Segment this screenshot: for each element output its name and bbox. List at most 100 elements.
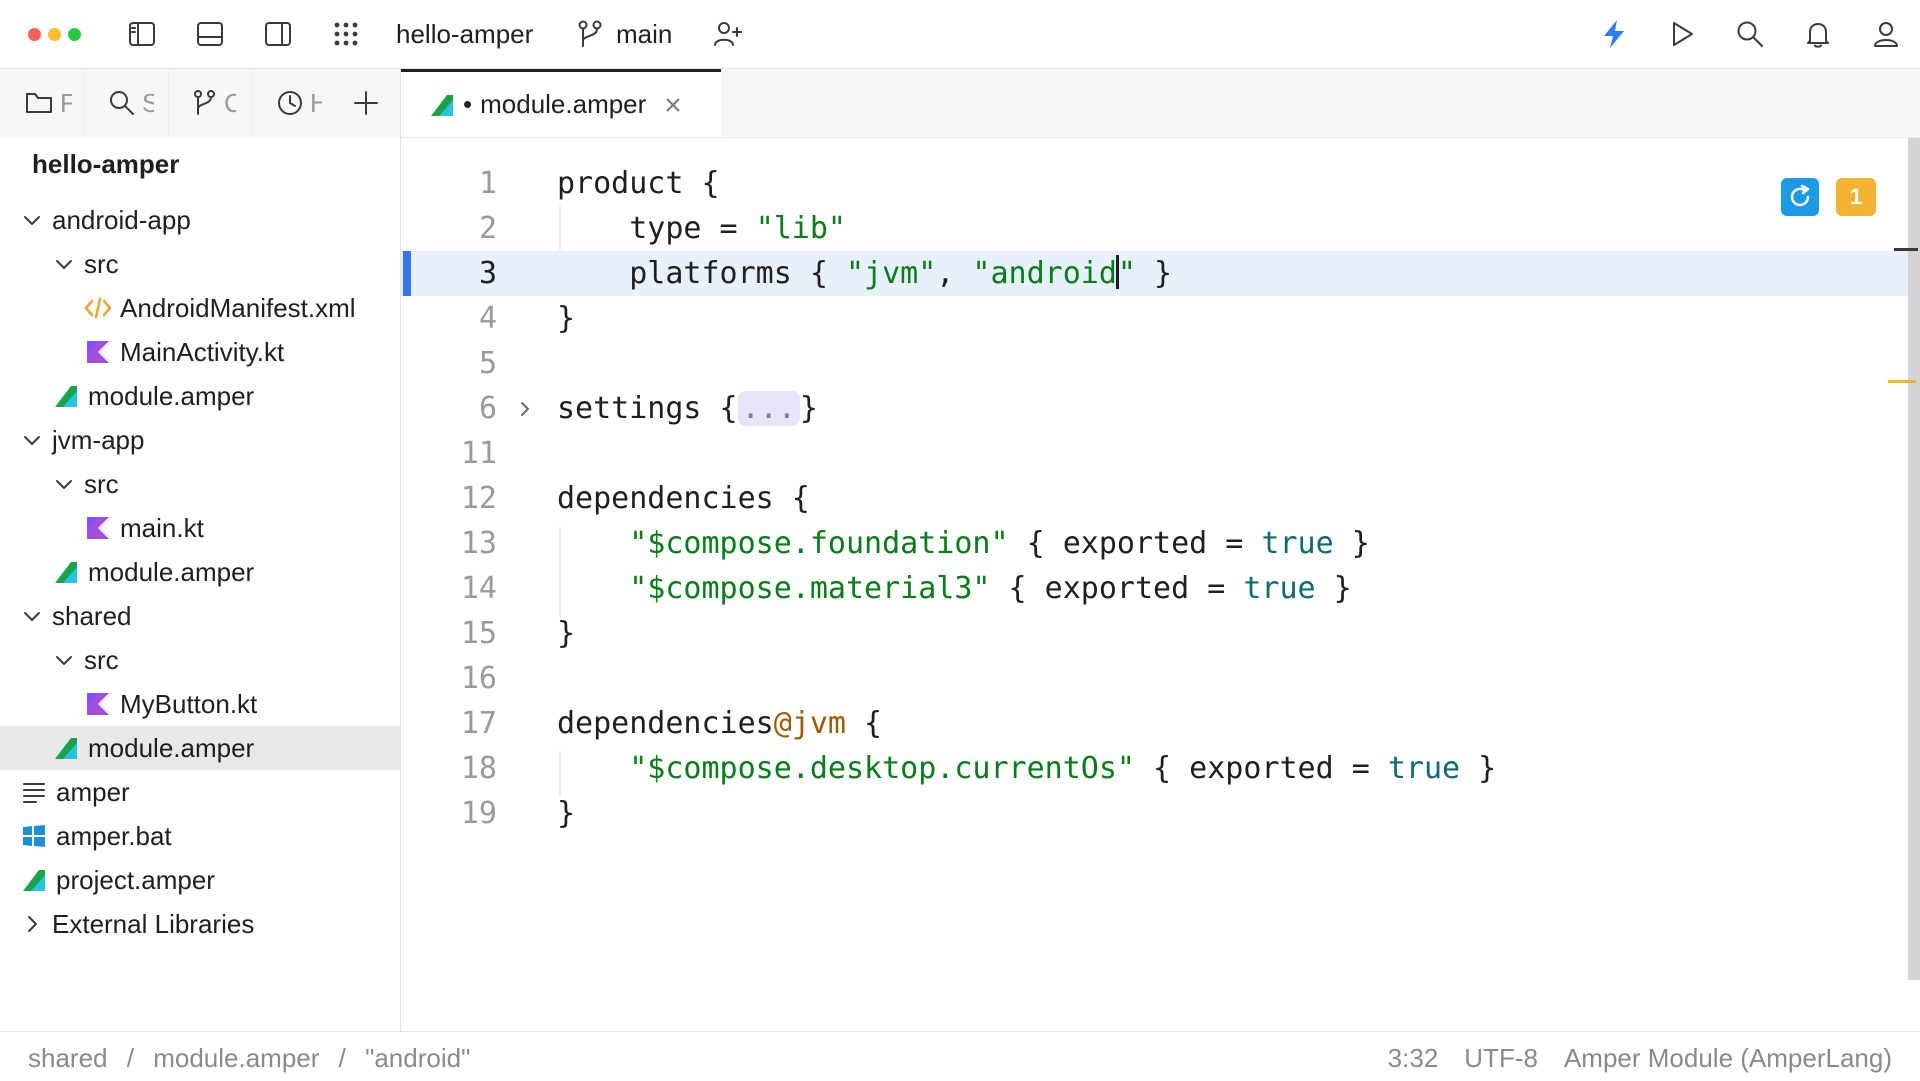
- left-sidebar-toggle-icon[interactable]: [122, 14, 162, 54]
- amper-file-icon: [52, 382, 80, 410]
- lightning-icon[interactable]: [1594, 14, 1634, 54]
- tree-item-label: src: [84, 248, 119, 279]
- tree-item[interactable]: module.amper: [0, 550, 400, 594]
- user-account-icon[interactable]: [1866, 14, 1906, 54]
- code-line[interactable]: 17 dependencies@jvm {: [401, 701, 1920, 746]
- folder-icon: [24, 89, 54, 117]
- project-switcher[interactable]: hello-amper: [396, 16, 533, 52]
- fold-expand-icon[interactable]: [513, 386, 537, 431]
- code-token: { exported =: [990, 571, 1244, 606]
- folded-region[interactable]: ...: [737, 391, 800, 426]
- code-token: }: [1460, 751, 1497, 786]
- chevron-down-icon[interactable]: [52, 252, 76, 276]
- code-token: "android: [972, 256, 1117, 291]
- file-type[interactable]: Amper Module (AmperLang): [1564, 1042, 1892, 1074]
- search-icon[interactable]: [1730, 14, 1770, 54]
- tree-item[interactable]: project.amper: [0, 858, 400, 902]
- tree-item[interactable]: src: [0, 462, 400, 506]
- code-line[interactable]: 6 settings {...}: [401, 386, 1920, 431]
- editor-tab-module-amper[interactable]: • module.amper: [401, 69, 721, 137]
- code-line[interactable]: 16: [401, 656, 1920, 701]
- tree-item[interactable]: android-app: [0, 198, 400, 242]
- tree-item[interactable]: External Libraries: [0, 902, 400, 946]
- git-branch-icon: [192, 89, 218, 117]
- right-sidebar-toggle-icon[interactable]: [258, 14, 298, 54]
- notifications-bell-icon[interactable]: [1798, 14, 1838, 54]
- code-text: settings {...}: [557, 386, 818, 431]
- code-token: @jvm: [773, 706, 846, 741]
- run-icon[interactable]: [1662, 14, 1702, 54]
- bottom-panel-toggle-icon[interactable]: [190, 14, 230, 54]
- current-code-line[interactable]: 3 platforms { "jvm", "android" }: [401, 251, 1920, 296]
- close-tab-icon[interactable]: [664, 96, 682, 114]
- kotlin-file-icon: [84, 690, 112, 718]
- code-line[interactable]: 13 "$compose.foundation" { exported = tr…: [401, 521, 1920, 566]
- editor-scrollbar[interactable]: [1888, 138, 1920, 980]
- chevron-down-icon[interactable]: [52, 472, 76, 496]
- tree-item[interactable]: jvm-app: [0, 418, 400, 462]
- code-line[interactable]: 19}: [401, 791, 1920, 836]
- breadcrumb-item[interactable]: shared: [28, 1043, 108, 1073]
- tool-tab-history[interactable]: H: [276, 69, 322, 137]
- tree-item[interactable]: MyButton.kt: [0, 682, 400, 726]
- tree-item-label: amper.bat: [56, 820, 172, 851]
- status-right-group: 3:32 UTF-8 Amper Module (AmperLang): [1388, 1042, 1892, 1074]
- main-menu-grid-icon[interactable]: [326, 14, 366, 54]
- modified-indicator: •: [463, 89, 473, 119]
- tree-item[interactable]: module.amper: [0, 374, 400, 418]
- code-line[interactable]: 5: [401, 341, 1920, 386]
- tool-tab-commit[interactable]: C: [192, 69, 236, 137]
- tree-item[interactable]: amper.bat: [0, 814, 400, 858]
- file-encoding[interactable]: UTF-8: [1464, 1042, 1538, 1074]
- code-text: product {: [557, 161, 720, 206]
- code-line[interactable]: 18 "$compose.desktop.currentOs" { export…: [401, 746, 1920, 791]
- tree-item[interactable]: MainActivity.kt: [0, 330, 400, 374]
- minimize-window-button[interactable]: [48, 28, 61, 41]
- code-token: { exported =: [1134, 751, 1388, 786]
- breadcrumb: shared / module.amper / "android": [28, 1042, 470, 1074]
- tree-item[interactable]: src: [0, 242, 400, 286]
- reload-project-button[interactable]: [1781, 178, 1819, 216]
- code-line[interactable]: 11: [401, 431, 1920, 476]
- code-token: dependencies: [557, 706, 774, 741]
- tool-tab-label: C: [224, 87, 236, 118]
- tool-tab-search[interactable]: S: [108, 69, 154, 137]
- tree-item[interactable]: amper: [0, 770, 400, 814]
- maximize-window-button[interactable]: [68, 28, 81, 41]
- code-line[interactable]: 1 product {: [401, 161, 1920, 206]
- chevron-down-icon[interactable]: [20, 208, 44, 232]
- tree-item[interactable]: AndroidManifest.xml: [0, 286, 400, 330]
- amper-file-icon: [52, 734, 80, 762]
- branch-switcher[interactable]: main: [616, 16, 672, 52]
- code-line[interactable]: 12 dependencies {: [401, 476, 1920, 521]
- tool-tab-files[interactable]: F: [24, 69, 72, 137]
- tree-item[interactable]: module.amper: [0, 726, 400, 770]
- breadcrumb-item[interactable]: module.amper: [153, 1043, 319, 1073]
- warnings-count-badge[interactable]: 1: [1836, 178, 1876, 216]
- close-window-button[interactable]: [28, 28, 41, 41]
- tree-item[interactable]: src: [0, 638, 400, 682]
- code-token: platforms {: [557, 256, 846, 291]
- tree-item-label: main.kt: [120, 512, 204, 543]
- warning-marker[interactable]: [1888, 380, 1916, 383]
- code-line[interactable]: 2 type = "lib": [401, 206, 1920, 251]
- code-line[interactable]: 14 "$compose.material3" { exported = tru…: [401, 566, 1920, 611]
- chevron-down-icon[interactable]: [52, 648, 76, 672]
- chevron-right-icon[interactable]: [20, 912, 44, 936]
- code-line[interactable]: 4}: [401, 296, 1920, 341]
- tree-item[interactable]: main.kt: [0, 506, 400, 550]
- code-line[interactable]: 15}: [401, 611, 1920, 656]
- line-number: 18: [460, 751, 497, 786]
- add-tool-tab-button[interactable]: [352, 69, 380, 137]
- chevron-down-icon[interactable]: [20, 604, 44, 628]
- tree-item[interactable]: shared: [0, 594, 400, 638]
- caret-position[interactable]: 3:32: [1388, 1042, 1439, 1074]
- code-editor[interactable]: 1 product {2 type = "lib" 3 platforms { "j…: [401, 138, 1920, 1031]
- add-collaborator-icon[interactable]: [708, 14, 748, 54]
- project-tree: hello-amper android-app src AndroidManifes…: [0, 137, 401, 1031]
- chevron-down-icon[interactable]: [20, 428, 44, 452]
- text-file-icon: [20, 778, 48, 806]
- line-number: 15: [460, 616, 497, 651]
- tree-item-label: External Libraries: [52, 908, 255, 939]
- breadcrumb-item[interactable]: "android": [365, 1043, 470, 1073]
